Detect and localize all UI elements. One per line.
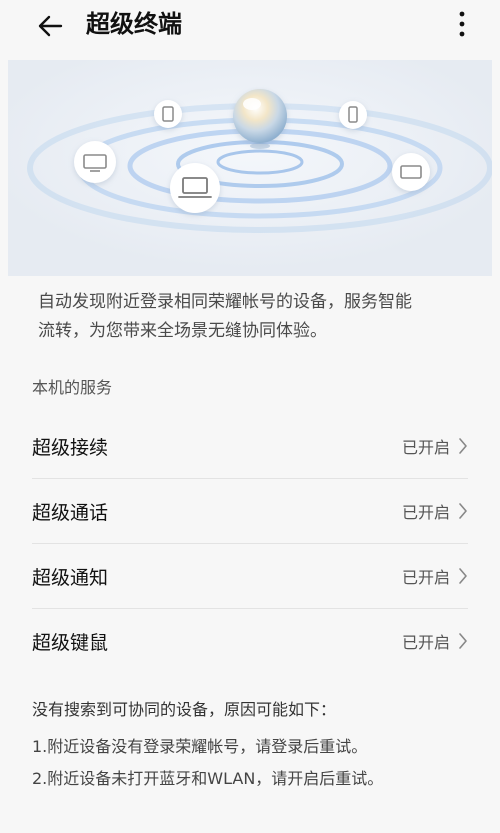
tip-item: 2.附近设备未打开蓝牙和WLAN，请开启后重试。	[32, 769, 384, 788]
back-button[interactable]	[32, 8, 68, 44]
service-status: 已开启	[401, 503, 450, 522]
page-title: 超级终端	[86, 10, 182, 38]
more-vertical-icon	[459, 11, 465, 37]
service-status-group: 已开启	[402, 629, 468, 653]
service-status-group: 已开启	[402, 499, 468, 523]
service-row-call[interactable]: 超级通话 已开启	[32, 479, 468, 544]
phone-icon	[339, 101, 367, 129]
chevron-right-icon	[459, 568, 467, 584]
service-list: 超级接续 已开启 超级通话 已开启 超级通知 已开启 超级键鼠 已开启	[32, 414, 468, 673]
service-row-keyboard-mouse[interactable]: 超级键鼠 已开启	[32, 609, 468, 673]
no-device-tips-title: 没有搜索到可协同的设备，原因可能如下：	[32, 700, 337, 719]
service-status: 已开启	[401, 633, 450, 652]
service-status: 已开启	[401, 568, 450, 587]
chevron-right-icon	[459, 503, 467, 519]
description-line-1: 自动发现附近登录相同荣耀帐号的设备，服务智能	[38, 292, 412, 312]
arrow-left-icon	[38, 15, 63, 37]
more-button[interactable]	[452, 6, 472, 42]
chevron-right-icon	[459, 438, 467, 454]
laptop-icon	[170, 163, 220, 213]
description-line-2: 流转，为您带来全场景无缝协同体验。	[38, 321, 327, 341]
service-row-notification[interactable]: 超级通知 已开启	[32, 544, 468, 609]
device-discovery-illustration	[8, 60, 492, 276]
service-name: 超级接续	[32, 436, 109, 459]
service-row-continuity[interactable]: 超级接续 已开启	[32, 414, 468, 479]
service-name: 超级通知	[32, 566, 109, 589]
tv-icon	[74, 141, 116, 183]
chevron-right-icon	[459, 633, 467, 649]
monitor-icon	[392, 153, 430, 191]
ripple-graphic	[8, 60, 492, 276]
service-name: 超级键鼠	[32, 631, 109, 654]
tablet-icon	[154, 100, 182, 128]
service-status-group: 已开启	[402, 564, 468, 588]
service-status: 已开启	[401, 438, 450, 457]
tip-item: 1.附近设备没有登录荣耀帐号，请登录后重试。	[32, 737, 368, 756]
service-status-group: 已开启	[402, 434, 468, 458]
section-title-local-services: 本机的服务	[32, 378, 113, 397]
feature-description: 自动发现附近登录相同荣耀帐号的设备，服务智能 流转，为您带来全场景无缝协同体验。	[38, 288, 468, 346]
app-bar: 超级终端	[0, 0, 500, 56]
service-name: 超级通话	[32, 501, 109, 524]
